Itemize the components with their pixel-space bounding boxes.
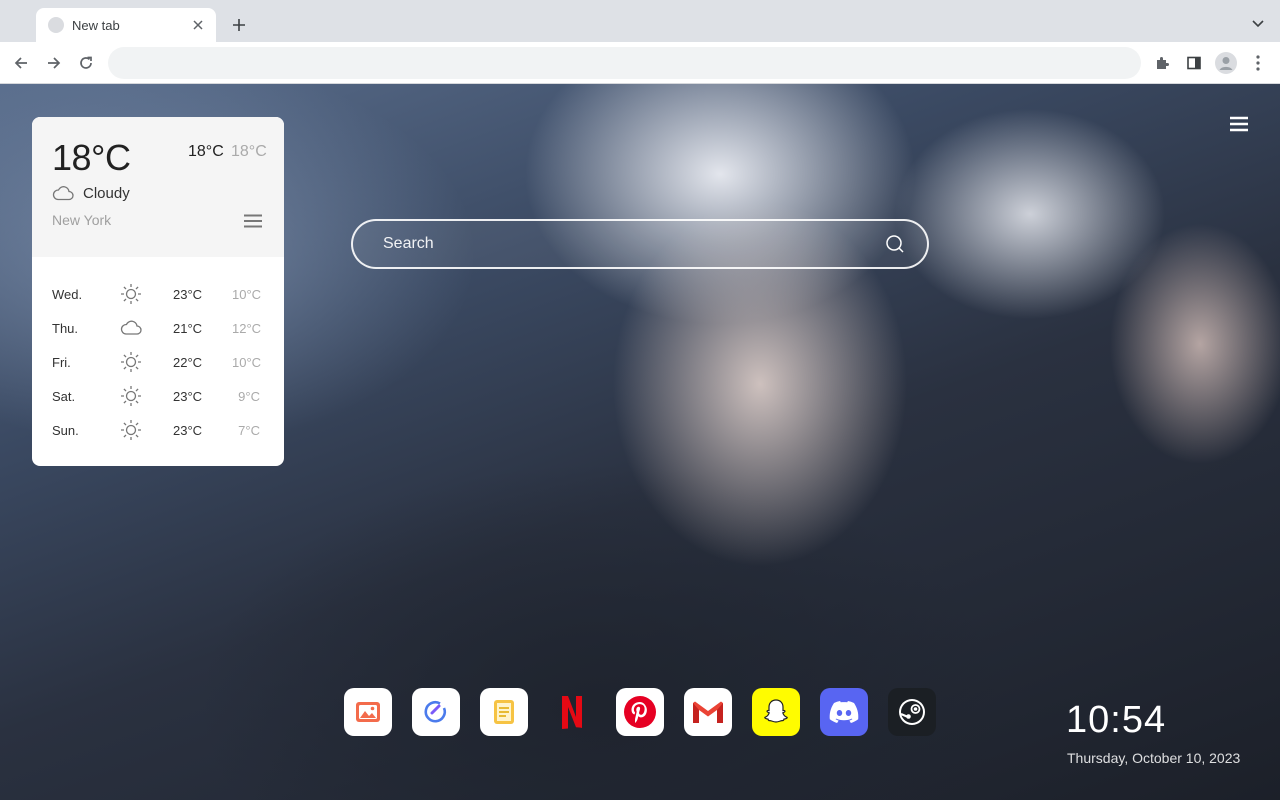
side-panel-icon[interactable]	[1182, 51, 1206, 75]
cloud-icon	[52, 185, 74, 201]
profile-avatar-icon[interactable]	[1214, 51, 1238, 75]
reload-icon[interactable]	[74, 51, 98, 75]
forecast-high: 21°C	[173, 321, 203, 336]
sun-icon	[120, 385, 142, 407]
netflix-app-icon[interactable]	[548, 688, 596, 736]
tab-new-tab[interactable]: New tab	[36, 8, 216, 42]
forecast-low: 9°C	[238, 389, 260, 404]
snapchat-app-icon[interactable]	[752, 688, 800, 736]
today-high: 18°C	[188, 143, 224, 160]
current-temperature: 18°C	[52, 137, 131, 178]
forecast-low: 10°C	[232, 355, 262, 370]
tab-title: New tab	[72, 17, 120, 33]
forecast-row: Thu. 21°C 12°C	[32, 311, 284, 345]
browser-toolbar	[0, 42, 1280, 84]
forward-arrow-icon[interactable]	[42, 51, 66, 75]
tab-strip: New tab	[0, 0, 1280, 42]
forecast-day: Sun.	[52, 423, 79, 438]
clock-time: 10:54	[1066, 699, 1167, 741]
forecast-day: Thu.	[52, 321, 79, 336]
discord-app-icon[interactable]	[820, 688, 868, 736]
new-tab-page: 18°C 18°C 18°C Cloudy New York Wed. 23°C…	[0, 84, 1280, 800]
notes-app-icon[interactable]	[480, 688, 528, 736]
sun-icon	[120, 351, 142, 373]
forecast-row: Fri. 22°C 10°C	[32, 345, 284, 379]
clock-date: Thursday, October 10, 2023	[1067, 750, 1241, 766]
weather-city: New York	[52, 212, 112, 228]
search-icon[interactable]	[885, 234, 905, 254]
more-vertical-icon[interactable]	[1246, 51, 1270, 75]
gmail-app-icon[interactable]	[684, 688, 732, 736]
new-tab-button[interactable]	[228, 14, 250, 36]
forecast-low: 7°C	[238, 423, 260, 438]
extensions-puzzle-icon[interactable]	[1150, 51, 1174, 75]
close-icon[interactable]	[190, 17, 206, 33]
forecast-row: Sat. 23°C 9°C	[32, 379, 284, 413]
search-input[interactable]	[353, 221, 873, 267]
menu-hamburger-icon[interactable]	[1230, 116, 1248, 132]
forecast-row: Sun. 23°C 7°C	[32, 413, 284, 447]
cloud-icon	[120, 317, 142, 339]
forecast-low: 10°C	[232, 287, 262, 302]
weather-widget: 18°C 18°C 18°C Cloudy New York Wed. 23°C…	[32, 117, 284, 466]
forecast-high: 23°C	[173, 423, 203, 438]
weather-condition: Cloudy	[83, 185, 130, 202]
tasks-app-icon[interactable]	[412, 688, 460, 736]
forecast-low: 12°C	[232, 321, 262, 336]
forecast-day: Fri.	[52, 355, 71, 370]
forecast-day: Wed.	[52, 287, 83, 302]
weather-current: 18°C 18°C 18°C Cloudy New York	[32, 117, 284, 257]
blank-favicon-icon	[48, 17, 64, 33]
forecast-high: 22°C	[173, 355, 203, 370]
photos-app-icon[interactable]	[344, 688, 392, 736]
sun-icon	[120, 283, 142, 305]
back-arrow-icon[interactable]	[9, 51, 33, 75]
forecast-high: 23°C	[173, 389, 203, 404]
pinterest-app-icon[interactable]	[616, 688, 664, 736]
steam-app-icon[interactable]	[888, 688, 936, 736]
today-low: 18°C	[231, 143, 267, 160]
address-bar-input[interactable]	[108, 47, 1141, 79]
forecast-row: Wed. 23°C 10°C	[32, 277, 284, 311]
sun-icon	[120, 419, 142, 441]
forecast-high: 23°C	[173, 287, 203, 302]
search-box	[351, 219, 929, 269]
tab-search-chevron-down-icon[interactable]	[1248, 14, 1268, 34]
weather-menu-icon[interactable]	[244, 214, 262, 228]
forecast-day: Sat.	[52, 389, 76, 404]
weather-forecast-list: Wed. 23°C 10°C Thu. 21°C 12°C Fri. 22°C …	[32, 277, 284, 447]
